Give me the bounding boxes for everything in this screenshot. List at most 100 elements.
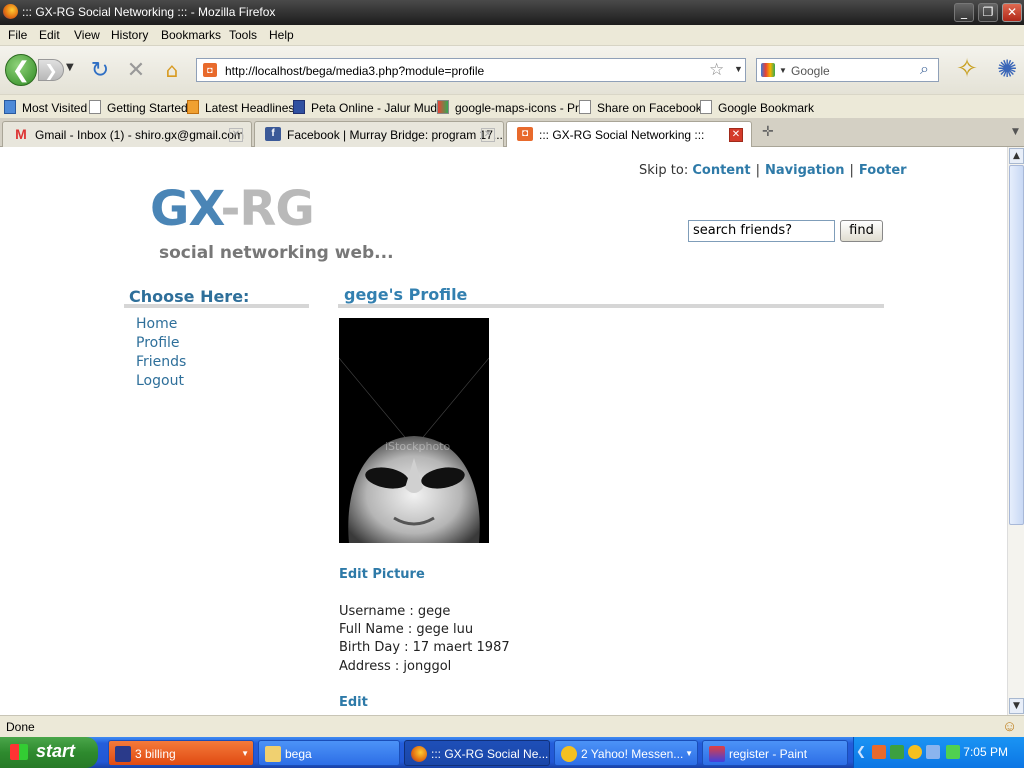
broom-icon[interactable]: ✧	[952, 54, 982, 84]
nav-profile-link[interactable]: Profile	[136, 335, 180, 351]
vertical-scrollbar[interactable]: ▲ ▼	[1007, 147, 1024, 715]
stop-icon[interactable]: ✕	[124, 58, 148, 83]
bookmark-label: Peta Online - Jalur Mud...	[311, 101, 448, 115]
address-bar[interactable]: ◘ http://localhost/bega/media3.php?modul…	[196, 58, 746, 82]
xampp-tray-icon[interactable]	[872, 745, 886, 759]
menu-history[interactable]: History	[111, 28, 148, 42]
scroll-up-icon[interactable]: ▲	[1009, 148, 1024, 164]
status-bar: Done ☺	[0, 715, 1024, 737]
bookmark-label: Latest Headlines	[205, 101, 295, 115]
close-tab-icon[interactable]: ✕	[229, 128, 243, 142]
tab-list-icon[interactable]: ▼	[1012, 127, 1019, 137]
scroll-down-icon[interactable]: ▼	[1009, 698, 1024, 714]
menu-file[interactable]: File	[8, 28, 27, 42]
tray-triangle-icon[interactable]	[946, 745, 960, 759]
close-tab-icon[interactable]: ✕	[481, 128, 495, 142]
yahoo-messenger-icon	[561, 746, 577, 762]
skip-navigation-link[interactable]: Navigation	[765, 163, 845, 178]
google-icon[interactable]	[761, 63, 775, 77]
task-yahoo-messenger[interactable]: 2 Yahoo! Messen... ▼	[554, 740, 698, 766]
task-dropdown-icon: ▼	[685, 749, 693, 758]
tab-gmail[interactable]: M Gmail - Inbox (1) - shiro.gx@gmail.com…	[2, 121, 252, 147]
addon-icon[interactable]: ✺	[992, 54, 1022, 84]
task-billing[interactable]: 3 billing ▼	[108, 740, 254, 766]
menu-bar: File Edit View History Bookmarks Tools H…	[0, 25, 1024, 46]
search-engine-placeholder: Google	[791, 64, 830, 78]
task-paint[interactable]: register - Paint	[702, 740, 848, 766]
photo-watermark: iStockphoto	[385, 440, 450, 453]
tab-gxrg[interactable]: ◘ ::: GX-RG Social Networking ::: ✕	[506, 121, 752, 148]
close-tab-icon[interactable]: ✕	[729, 128, 743, 142]
tray-expand-icon[interactable]: ❮	[856, 744, 866, 758]
search-friends-input[interactable]: search friends?	[688, 220, 835, 242]
field-fullname: Full Name : gege luu	[339, 622, 474, 637]
menu-bookmarks[interactable]: Bookmarks	[161, 28, 221, 42]
network-tray-icon[interactable]	[926, 745, 940, 759]
yahoo-tray-icon[interactable]	[908, 745, 922, 759]
bookmark-label: Getting Started	[107, 101, 188, 115]
menu-view[interactable]: View	[74, 28, 100, 42]
close-window-button[interactable]: ✕	[1002, 3, 1022, 22]
url-dropdown-icon[interactable]: ▼	[734, 64, 743, 74]
nav-logout-link[interactable]: Logout	[136, 373, 184, 389]
bookmark-google-bookmark[interactable]: Google Bookmark	[700, 100, 814, 115]
restore-button[interactable]: ❐	[978, 3, 998, 22]
edit-picture-link[interactable]: Edit Picture	[339, 567, 425, 582]
task-firefox[interactable]: ::: GX-RG Social Ne...	[404, 740, 550, 766]
menu-tools[interactable]: Tools	[229, 28, 257, 42]
nav-friends-link[interactable]: Friends	[136, 354, 186, 370]
bookmark-label: Google Bookmark	[718, 101, 815, 115]
profile-divider	[338, 304, 884, 308]
minimize-button[interactable]: _	[954, 3, 974, 22]
tab-label: Gmail - Inbox (1) - shiro.gx@gmail.com	[35, 128, 244, 142]
engine-dropdown-icon[interactable]: ▼	[779, 66, 787, 75]
skip-links: Skip to: Content | Navigation | Footer	[639, 163, 907, 178]
menu-edit[interactable]: Edit	[39, 28, 60, 42]
bookmark-star-icon[interactable]: ☆	[709, 60, 724, 80]
skip-content-link[interactable]: Content	[692, 163, 750, 178]
navigation-toolbar: ❮ ❯ ▼ ↻ ✕ ⌂ ◘ http://localhost/bega/medi…	[0, 46, 1024, 94]
paint-icon	[709, 746, 725, 762]
skip-footer-link[interactable]: Footer	[859, 163, 907, 178]
skip-label: Skip to:	[639, 163, 689, 178]
sidebar-divider	[124, 304, 309, 308]
bookmark-latest-headlines[interactable]: Latest Headlines	[187, 100, 294, 115]
scroll-thumb[interactable]	[1009, 165, 1024, 525]
clock: 7:05 PM	[963, 745, 1008, 759]
find-button[interactable]: find	[840, 220, 883, 242]
bookmark-share-facebook[interactable]: Share on Facebook	[579, 100, 702, 115]
site-favicon-icon: ◘	[203, 63, 217, 77]
start-button[interactable]: start	[0, 737, 98, 768]
status-addon-icon[interactable]: ☺	[1002, 718, 1017, 735]
logo-rg: RG	[239, 181, 314, 237]
task-label: ::: GX-RG Social Ne...	[431, 747, 549, 761]
nav-home-link[interactable]: Home	[136, 316, 177, 332]
tray-app-icon[interactable]	[890, 745, 904, 759]
back-button[interactable]: ❮	[5, 54, 37, 86]
menu-help[interactable]: Help	[269, 28, 294, 42]
window-titlebar: ::: GX-RG Social Networking ::: - Mozill…	[0, 0, 1024, 25]
reload-icon[interactable]: ↻	[88, 58, 112, 83]
history-dropdown-icon[interactable]: ▼	[66, 62, 74, 73]
field-address: Address : jonggol	[339, 659, 452, 674]
tab-label: ::: GX-RG Social Networking :::	[539, 128, 705, 142]
field-birthday: Birth Day : 17 maert 1987	[339, 640, 510, 655]
tab-label: Facebook | Murray Bridge: program 17...	[287, 128, 503, 142]
home-icon[interactable]: ⌂	[160, 58, 184, 82]
bookmark-google-maps-icons[interactable]: google-maps-icons - Pr...	[437, 100, 588, 115]
bookmark-getting-started[interactable]: Getting Started	[89, 100, 188, 115]
task-bega-folder[interactable]: bega	[258, 740, 400, 766]
bus-icon	[293, 100, 305, 114]
site-logo: GX-RG	[150, 181, 315, 237]
tab-facebook[interactable]: f Facebook | Murray Bridge: program 17..…	[254, 121, 504, 147]
forward-button[interactable]: ❯	[38, 59, 64, 81]
search-engine-box[interactable]: ▼ Google ⌕	[756, 58, 939, 82]
search-icon[interactable]: ⌕	[920, 61, 929, 79]
bookmark-peta-online[interactable]: Peta Online - Jalur Mud...	[293, 100, 447, 115]
separator: |	[755, 163, 760, 178]
bookmark-most-visited[interactable]: Most Visited	[4, 100, 87, 115]
page-icon	[579, 100, 591, 114]
edit-profile-link[interactable]: Edit	[339, 695, 368, 710]
windows-taskbar: start 3 billing ▼ bega ::: GX-RG Social …	[0, 737, 1024, 768]
new-tab-icon[interactable]: ✛	[762, 124, 774, 140]
